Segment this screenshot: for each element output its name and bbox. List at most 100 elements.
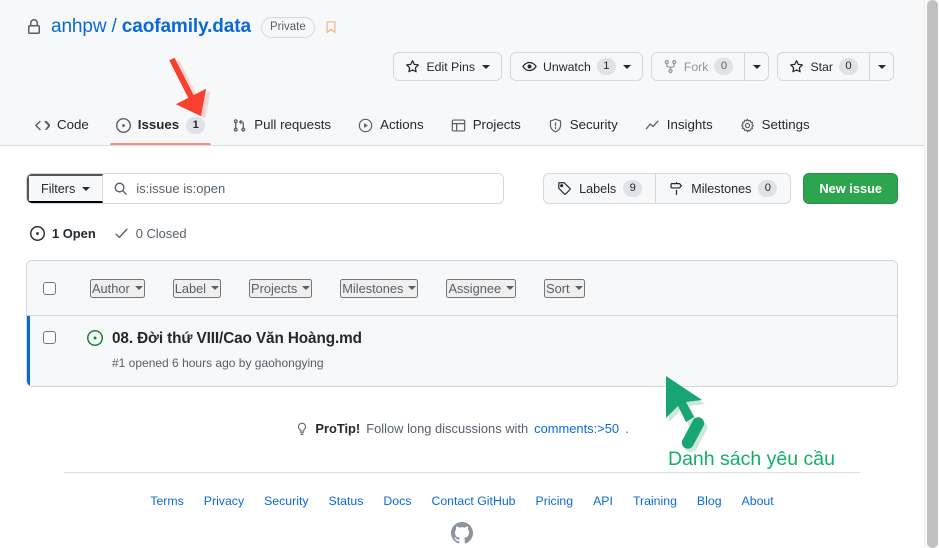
table-row[interactable]: 08. Đời thứ VIII/Cao Văn Hoàng.md #1 ope… [27,316,897,386]
chevron-down-icon [506,286,514,290]
pin-star-icon [405,59,420,74]
tab-issues-label: Issues [138,116,179,134]
scrollbar-thumb[interactable] [927,0,938,548]
footer-link-about[interactable]: About [742,494,774,508]
milestones-button[interactable]: Milestones 0 [656,173,791,204]
footer-link-pricing[interactable]: Pricing [536,494,574,508]
footer-link-docs[interactable]: Docs [383,494,411,508]
footer-link-contact-github[interactable]: Contact GitHub [431,494,515,508]
chevron-down-icon [302,286,310,290]
milestone-icon [669,181,684,196]
issues-toolbar: Filters Label [26,173,898,204]
page-scrollbar[interactable] [924,0,939,548]
graph-icon [645,118,660,133]
footer-link-status[interactable]: Status [329,494,364,508]
protip-link[interactable]: comments:>50 [534,421,619,436]
fork-button[interactable]: Fork 0 [651,52,746,81]
milestones-label: Milestones [691,182,751,196]
filters-label: Filters [41,182,75,196]
chevron-down-icon [753,65,761,69]
search-icon [113,181,128,196]
github-logo-icon [451,522,473,544]
repository-header: anhpw / caofamily.data Private Edit Pins [0,0,924,146]
labels-label: Labels [579,182,616,196]
issues-header-filters: Author Label Projects Milestones [90,279,585,298]
repo-owner-link[interactable]: anhpw [51,16,107,38]
tab-pull-requests-label: Pull requests [254,116,331,134]
footer-link-blog[interactable]: Blog [697,494,722,508]
issue-title-link[interactable]: 08. Đời thứ VIII/Cao Văn Hoàng.md [112,328,362,349]
tab-projects[interactable]: Projects [442,110,530,145]
repository-nav-tabs: Code Issues 1 Pull requests [26,110,828,145]
tab-settings[interactable]: Settings [731,110,819,145]
fork-dropdown-button[interactable] [745,52,769,81]
tab-code[interactable]: Code [26,110,98,145]
protip-banner: ProTip! Follow long discussions with com… [26,421,898,436]
issue-row-content: 08. Đời thứ VIII/Cao Văn Hoàng.md #1 ope… [87,328,362,372]
footer-divider [64,472,860,473]
footer-link-terms[interactable]: Terms [150,494,183,508]
closed-issues-label: 0 Closed [136,226,187,241]
tab-actions[interactable]: Actions [349,110,433,145]
tab-security[interactable]: Security [539,110,627,145]
lightbulb-icon [295,422,309,436]
repo-separator: / [112,16,117,38]
milestones-filter[interactable]: Milestones [340,279,418,298]
chevron-down-icon [575,286,583,290]
labels-count: 9 [623,180,642,197]
footer-link-api[interactable]: API [593,494,613,508]
eye-icon [522,59,537,74]
visibility-badge: Private [261,17,315,38]
lock-icon [26,19,42,35]
sort-filter[interactable]: Sort [544,279,584,298]
issue-opened-icon [30,226,45,241]
footer-link-security[interactable]: Security [264,494,308,508]
tab-issues-count: 1 [186,117,205,134]
issues-list-box: Author Label Projects Milestones [26,260,898,387]
play-icon [358,118,373,133]
table-icon [451,118,466,133]
unwatch-label: Unwatch [543,60,591,74]
label-filter-label: Label [175,281,206,296]
star-label: Star [810,60,833,74]
tab-insights[interactable]: Insights [636,110,722,145]
assignee-filter[interactable]: Assignee [446,279,516,298]
star-dropdown-button[interactable] [870,52,894,81]
tab-pull-requests[interactable]: Pull requests [223,110,340,145]
edit-pins-label: Edit Pins [426,60,475,74]
star-button[interactable]: Star 0 [777,52,870,81]
labels-button[interactable]: Labels 9 [543,173,656,204]
tab-code-label: Code [57,116,89,134]
select-all-checkbox[interactable] [43,282,56,295]
tab-actions-label: Actions [380,116,424,134]
tab-security-label: Security [570,116,618,134]
star-icon [789,59,804,74]
search-field-wrapper[interactable] [103,174,503,203]
pull-request-icon [232,118,247,133]
new-issue-button[interactable]: New issue [803,173,898,204]
projects-filter[interactable]: Projects [249,279,312,298]
tab-projects-label: Projects [473,116,521,134]
search-input[interactable] [136,181,493,196]
bookmark-icon[interactable] [324,18,338,36]
unwatch-button[interactable]: Unwatch 1 [510,52,643,81]
repo-name-link[interactable]: caofamily.data [122,16,251,38]
edit-pins-button[interactable]: Edit Pins [393,52,502,81]
footer-link-training[interactable]: Training [633,494,677,508]
footer-links: Terms Privacy Security Status Docs Conta… [26,494,898,508]
open-issues-filter[interactable]: 1 Open [30,226,96,241]
projects-filter-label: Projects [251,281,297,296]
issues-main-content: Filters Label [0,173,924,544]
closed-issues-filter[interactable]: 0 Closed [114,226,187,241]
fork-count: 0 [714,58,733,75]
label-filter[interactable]: Label [173,279,221,298]
issue-meta: #1 opened 6 hours ago by gaohongying [112,354,362,372]
issues-list-header: Author Label Projects Milestones [27,261,897,316]
milestones-filter-label: Milestones [342,281,403,296]
author-filter[interactable]: Author [90,279,145,298]
footer-link-privacy[interactable]: Privacy [204,494,244,508]
issue-row-checkbox[interactable] [43,331,56,344]
filters-dropdown-button[interactable]: Filters [27,174,103,203]
tab-issues[interactable]: Issues 1 [107,110,214,145]
star-button-group: Star 0 [777,52,894,81]
